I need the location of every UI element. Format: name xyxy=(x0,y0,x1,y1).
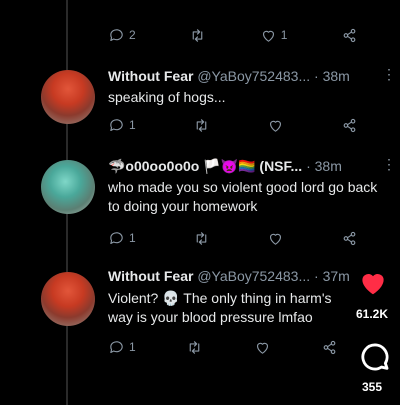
timestamp: · 38m xyxy=(314,68,350,84)
user-handle[interactable]: @YaBoy752483... xyxy=(197,68,310,84)
retweet-button[interactable] xyxy=(193,230,210,247)
retweet-icon xyxy=(189,340,200,354)
tweet-header: Without Fear @YaBoy752483... · 38m xyxy=(108,68,350,84)
heart-icon[interactable] xyxy=(358,268,388,298)
like-icon xyxy=(269,120,281,132)
more-icon[interactable]: ⋮ xyxy=(382,156,396,173)
reply-count: 1 xyxy=(129,118,136,132)
tweet-text: speaking of hogs... xyxy=(108,89,226,105)
reply-button[interactable]: 1 xyxy=(108,339,136,356)
share-icon xyxy=(343,28,356,42)
more-icon[interactable]: ⋮ xyxy=(382,66,396,83)
reply-count: 1 xyxy=(129,231,136,245)
reply-button[interactable]: 1 xyxy=(108,117,136,134)
retweet-button[interactable] xyxy=(193,117,210,134)
reply-icon xyxy=(110,231,123,244)
reply-icon xyxy=(110,28,123,41)
reply-count: 1 xyxy=(129,340,136,354)
retweet-icon xyxy=(196,231,207,245)
timestamp: · 37m xyxy=(314,268,350,284)
share-icon xyxy=(343,231,356,245)
tweet-action-bar: 1 xyxy=(108,336,338,358)
reply-button[interactable]: 1 xyxy=(108,230,136,247)
timestamp: · 38m xyxy=(306,158,342,174)
top-action-bar: 2 1 xyxy=(108,24,358,46)
overlay-comment-count: 355 xyxy=(362,380,383,394)
retweet-icon xyxy=(196,118,207,132)
user-handle[interactable]: @YaBoy752483... xyxy=(197,268,310,284)
share-button[interactable] xyxy=(341,117,358,134)
like-button[interactable] xyxy=(267,117,284,134)
tweet-text: who made you so violent good lord go bac… xyxy=(108,179,378,214)
display-name[interactable]: Without Fear xyxy=(108,68,193,84)
tweet-header: 🦈o00oo0o0o 🏳️👿🏳️‍🌈 (NSF... · 38m xyxy=(108,158,342,175)
like-button[interactable]: 1 xyxy=(260,27,288,44)
share-icon xyxy=(343,118,356,132)
share-button[interactable] xyxy=(341,27,358,44)
tweet-text: Violent? 💀 The only thing in harm's way … xyxy=(108,290,332,325)
tweet-header: Without Fear @YaBoy752483... · 37m xyxy=(108,268,350,284)
avatar[interactable] xyxy=(41,160,95,214)
reply-count: 2 xyxy=(129,28,136,42)
tweet-action-bar: 1 xyxy=(108,114,358,136)
avatar[interactable] xyxy=(41,272,95,326)
retweet-button[interactable] xyxy=(186,339,203,356)
like-icon xyxy=(256,342,268,354)
reply-icon xyxy=(110,118,123,131)
avatar[interactable] xyxy=(41,70,95,124)
comment-icon[interactable] xyxy=(358,340,392,374)
reply-button[interactable]: 2 xyxy=(108,27,136,44)
display-name[interactable]: Without Fear xyxy=(108,268,193,284)
like-icon xyxy=(262,30,274,42)
like-icon xyxy=(269,233,281,245)
share-icon xyxy=(323,340,336,354)
reply-icon xyxy=(110,340,123,353)
retweet-icon xyxy=(192,28,203,42)
retweet-button[interactable] xyxy=(189,27,206,44)
like-count: 1 xyxy=(280,28,288,42)
display-name[interactable]: 🦈o00oo0o0o 🏳️👿🏳️‍🌈 (NSF... xyxy=(108,158,302,174)
overlay-like-count: 61.2K xyxy=(356,307,389,321)
tweet-action-bar: 1 xyxy=(108,227,358,249)
share-button[interactable] xyxy=(341,230,358,247)
like-button[interactable] xyxy=(254,339,271,356)
like-button[interactable] xyxy=(267,230,284,247)
share-button[interactable] xyxy=(321,339,338,356)
